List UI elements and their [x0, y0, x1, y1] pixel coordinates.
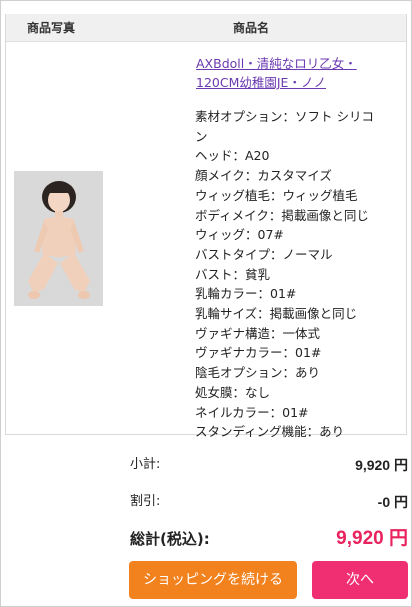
option-item: ヘッド：A20	[195, 148, 270, 164]
option-item: 乳輪サイズ：掲載画像と同じ	[195, 306, 358, 322]
product-name-link[interactable]: AXBdoll・清純なロリ乙女・120CM幼稚園JE・ノノ	[196, 54, 376, 92]
table-header: 商品写真 商品名	[6, 14, 406, 42]
cart-table: 商品写真 商品名 AXBdoll・清純なロリ乙女・120CM幼稚園JE・ノノ 素…	[5, 14, 407, 439]
product-photo[interactable]	[14, 171, 103, 306]
option-item: 処女膜：なし	[195, 384, 271, 400]
total-value: 9,920 円	[336, 528, 408, 549]
discount-value: -0 円	[377, 494, 408, 510]
option-item: バスト：貧乳	[195, 266, 271, 282]
option-item: 陰毛オプション：あり	[195, 365, 321, 381]
continue-shopping-button[interactable]: ショッピングを続ける	[129, 561, 297, 599]
option-item: バストタイプ：ノーマル	[195, 246, 333, 262]
option-item: ウィッグ：07#	[195, 227, 284, 243]
option-item: 素材オプション：ソフト シリコン	[195, 109, 374, 144]
option-item: 乳輪カラー：01#	[195, 286, 297, 302]
option-item: ヴァギナ構造：一体式	[195, 325, 321, 341]
option-item: 顔メイク：カスタマイズ	[195, 168, 332, 184]
option-item: ウィッグ植毛：ウィッグ植毛	[195, 187, 358, 203]
product-photo-icon	[14, 171, 103, 306]
product-options: 素材オプション：ソフト シリコン ヘッド：A20 顔メイク：カスタマイズ ウィッ…	[195, 107, 385, 442]
subtotal-value: 9,920 円	[355, 457, 408, 473]
option-item: スタンディング機能：あり	[195, 424, 345, 440]
subtotal-label: 小計:	[130, 457, 161, 472]
option-item: ネイルカラー：01#	[195, 404, 309, 420]
option-item: ヴァギナカラー：01#	[195, 345, 322, 361]
option-item: ボディメイク：掲載画像と同じ	[195, 207, 369, 223]
next-button[interactable]: 次へ	[312, 561, 408, 599]
total-label: 総計(税込):	[130, 530, 210, 548]
header-product-name: 商品名	[232, 21, 269, 35]
total-row: 総計(税込): 9,920 円	[130, 528, 408, 550]
header-photo: 商品写真	[26, 21, 75, 35]
discount-row: 割引: -0 円	[130, 491, 408, 513]
discount-label: 割引:	[130, 494, 161, 509]
subtotal-row: 小計: 9,920 円	[130, 454, 408, 476]
